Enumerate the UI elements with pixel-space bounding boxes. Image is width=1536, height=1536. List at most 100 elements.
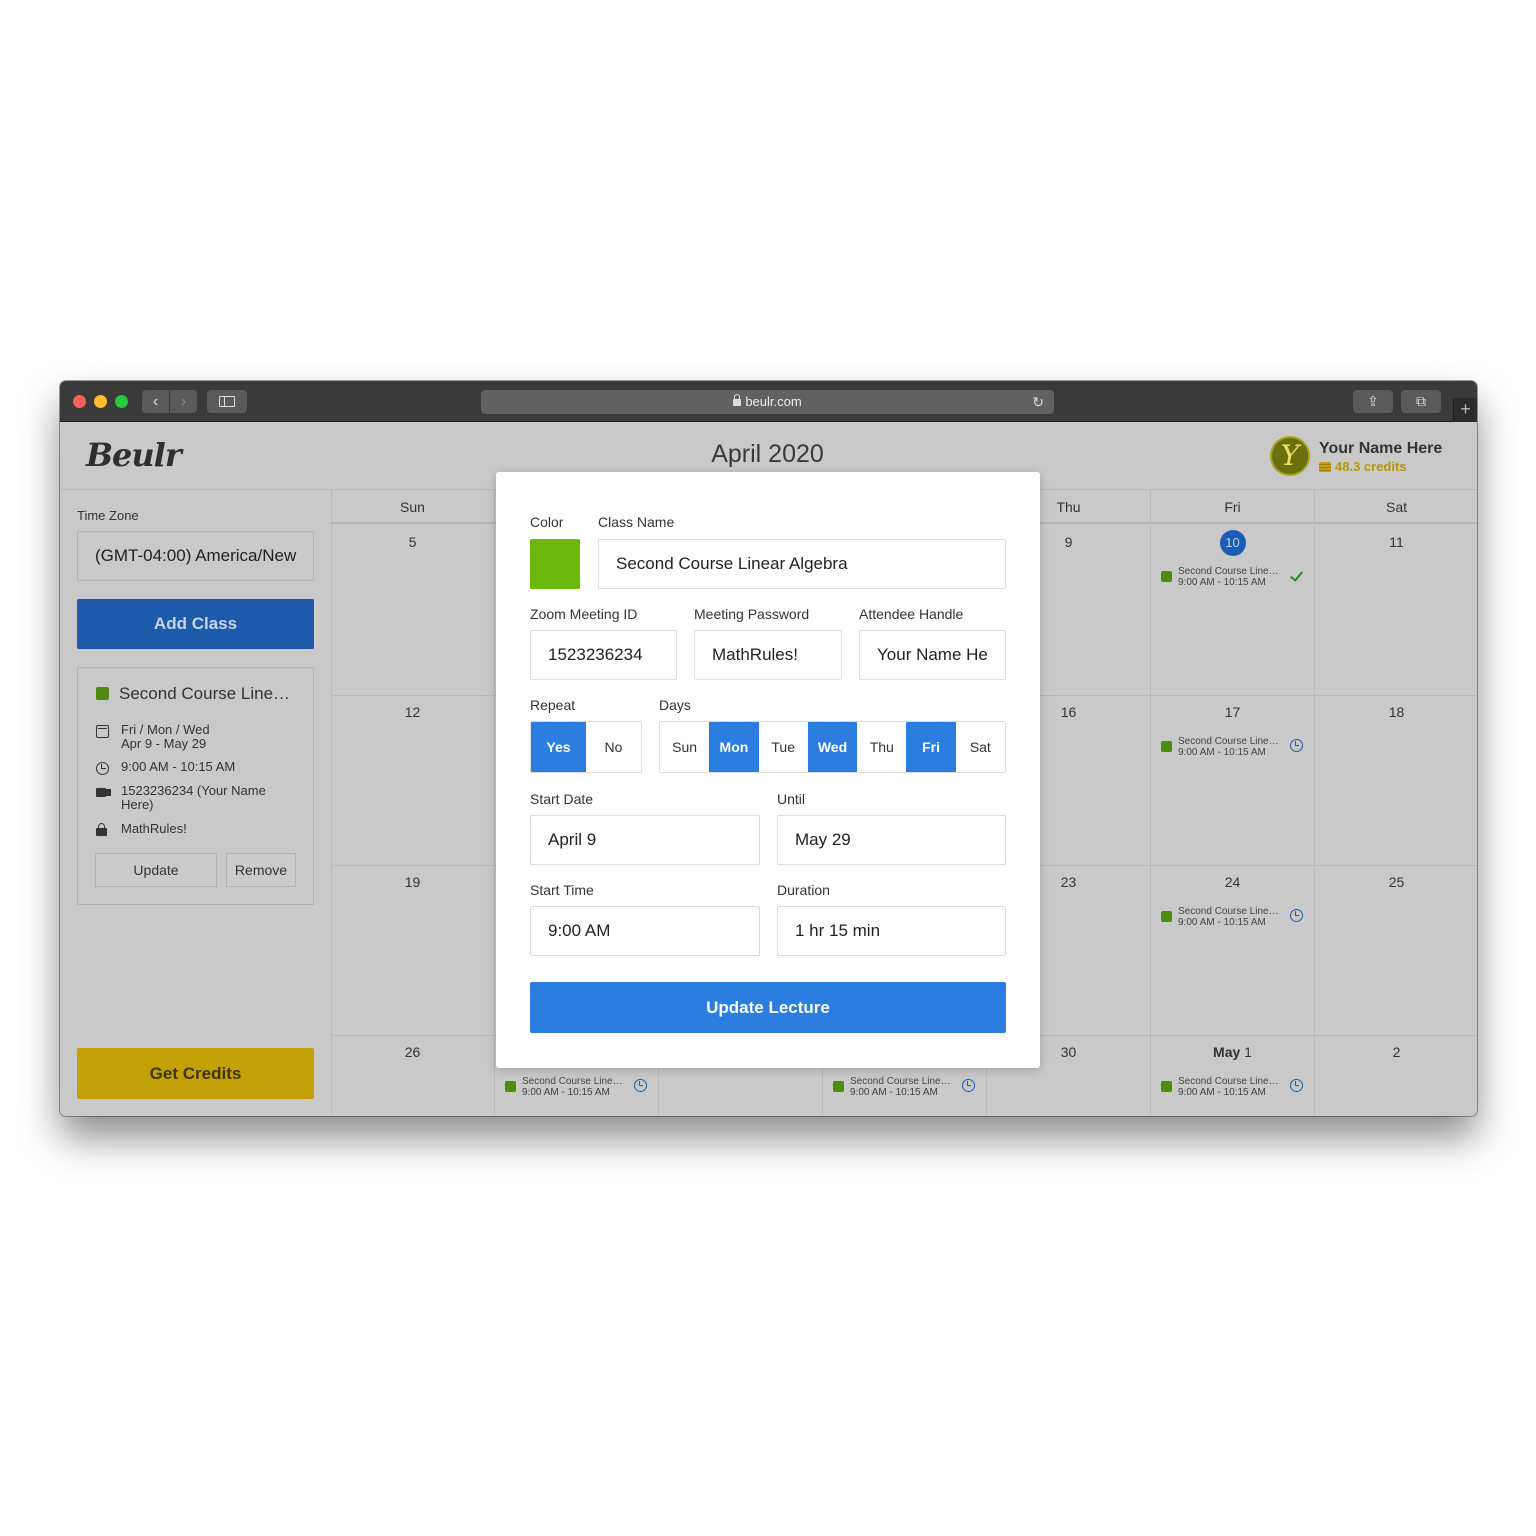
avatar[interactable]: Y <box>1270 436 1310 476</box>
calendar-day-cell[interactable]: 11 <box>1315 526 1477 696</box>
sidebar-toggle-button[interactable] <box>207 390 247 413</box>
attendee-handle-input[interactable]: Your Name He <box>859 630 1006 680</box>
start-date-label: Start Date <box>530 791 594 807</box>
timezone-select[interactable]: (GMT-04:00) America/New <box>77 531 314 581</box>
date-number-text: 25 <box>1388 874 1405 890</box>
zoom-window-button[interactable] <box>115 395 128 408</box>
sidebar: Time Zone (GMT-04:00) America/New Add Cl… <box>60 489 332 1116</box>
date-number: 5 <box>331 534 494 550</box>
class-days: Fri / Mon / Wed <box>121 722 210 737</box>
calendar-day-cell[interactable]: 25 <box>1315 866 1477 1036</box>
day-toggle-mon[interactable]: Mon <box>709 722 759 772</box>
class-name-input[interactable]: Second Course Linear Algebra <box>598 539 1006 589</box>
calendar-event[interactable]: Second Course Line… 9:00 AM - 10:15 AM <box>505 1076 647 1100</box>
day-toggle-fri[interactable]: Fri <box>906 722 956 772</box>
date-number: 26 <box>331 1044 494 1060</box>
duration-input[interactable]: 1 hr 15 min <box>777 906 1006 956</box>
class-time: 9:00 AM - 10:15 AM <box>121 759 236 774</box>
calendar-day-cell[interactable]: 12 <box>331 696 495 866</box>
app-logo[interactable]: Beulr <box>86 436 182 474</box>
coins-icon <box>1319 462 1331 472</box>
calendar-day-cell[interactable]: 5 <box>331 526 495 696</box>
reload-icon[interactable]: ↻ <box>1032 390 1044 414</box>
date-number-text: 18 <box>1388 704 1405 720</box>
class-card: Second Course Line… Fri / Mon / Wed Apr … <box>77 667 314 905</box>
date-number-text: 5 <box>408 534 417 550</box>
calendar-event[interactable]: Second Course Line… 9:00 AM - 10:15 AM <box>833 1076 975 1100</box>
event-title: Second Course Line… <box>522 1076 623 1087</box>
update-lecture-button[interactable]: Update Lecture <box>530 982 1006 1033</box>
calendar-day-cell[interactable]: 2 <box>1315 1036 1477 1116</box>
meeting-password-input[interactable]: MathRules! <box>694 630 842 680</box>
calendar-day-cell[interactable]: 24 Second Course Line… 9:00 AM - 10:15 AM <box>1151 866 1315 1036</box>
share-icon: ⇪ <box>1367 393 1379 409</box>
user-name: Your Name Here <box>1319 440 1443 457</box>
date-number-text: 17 <box>1224 704 1241 720</box>
day-toggle-sun[interactable]: Sun <box>660 722 709 772</box>
date-number-text: May 1 <box>1213 1044 1252 1060</box>
clock-icon <box>1290 909 1303 922</box>
forward-icon[interactable]: › <box>169 390 197 413</box>
event-time: 9:00 AM - 10:15 AM <box>850 1087 938 1098</box>
calendar-event[interactable]: Second Course Line… 9:00 AM - 10:15 AM <box>1161 566 1293 590</box>
start-date-input[interactable]: April 9 <box>530 815 760 865</box>
weekday-header: Sat <box>1315 490 1477 524</box>
day-toggle-wed[interactable]: Wed <box>807 722 858 772</box>
date-number: 24 <box>1151 874 1314 890</box>
weekday-header: Fri <box>1151 490 1315 524</box>
calendar-event[interactable]: Second Course Line… 9:00 AM - 10:15 AM <box>1161 736 1303 760</box>
back-icon[interactable]: ‹ <box>142 390 169 413</box>
day-toggle-sat[interactable]: Sat <box>956 722 1005 772</box>
new-tab-button[interactable]: + <box>1453 398 1477 422</box>
start-time-input[interactable]: 9:00 AM <box>530 906 760 956</box>
close-window-button[interactable] <box>73 395 86 408</box>
class-color-swatch <box>96 687 109 700</box>
calendar-day-cell[interactable]: 18 <box>1315 696 1477 866</box>
date-number-text: 2 <box>1392 1044 1401 1060</box>
remove-class-button[interactable]: Remove <box>226 853 296 887</box>
month-prefix: May <box>1213 1044 1241 1060</box>
app: Beulr April 2020 Y Your Name Here 48.3 c… <box>60 422 1477 1116</box>
date-number-text: 30 <box>1060 1044 1077 1060</box>
class-name-label: Class Name <box>598 514 675 530</box>
address-bar[interactable]: beulr.com ↻ <box>481 390 1054 414</box>
clock-icon <box>96 762 109 775</box>
date-number: 12 <box>331 704 494 720</box>
event-title: Second Course Line… <box>850 1076 951 1087</box>
event-time: 9:00 AM - 10:15 AM <box>522 1087 610 1098</box>
sidebar-icon <box>219 396 235 407</box>
calendar-day-cell[interactable]: 17 Second Course Line… 9:00 AM - 10:15 AM <box>1151 696 1315 866</box>
calendar-event[interactable]: Second Course Line… 9:00 AM - 10:15 AM <box>1161 906 1303 930</box>
calendar-day-cell[interactable]: 19 <box>331 866 495 1036</box>
get-credits-button[interactable]: Get Credits <box>77 1048 314 1099</box>
zoom-id-input[interactable]: 1523236234 <box>530 630 677 680</box>
calendar-event[interactable]: Second Course Line… 9:00 AM - 10:15 AM <box>1161 1076 1303 1100</box>
day-toggle-thu[interactable]: Thu <box>857 722 906 772</box>
calendar-day-cell[interactable]: 10 Second Course Line… 9:00 AM - 10:15 AM <box>1151 526 1315 696</box>
share-button[interactable]: ⇪ <box>1353 390 1393 413</box>
minimize-window-button[interactable] <box>94 395 107 408</box>
date-number-text: 19 <box>404 874 421 890</box>
date-number-text: 16 <box>1060 704 1077 720</box>
repeat-no-button[interactable]: No <box>586 722 641 772</box>
class-schedule: Fri / Mon / Wed Apr 9 - May 29 <box>96 723 210 751</box>
color-label: Color <box>530 514 564 530</box>
days-selector: Sun Mon Tue Wed Thu Fri Sat <box>659 721 1006 773</box>
until-date-input[interactable]: May 29 <box>777 815 1006 865</box>
date-number: 18 <box>1315 704 1477 720</box>
tab-overview-button[interactable]: ⧉ <box>1401 390 1441 413</box>
day-toggle-tue[interactable]: Tue <box>759 722 808 772</box>
timezone-label: Time Zone <box>77 508 139 523</box>
calendar-icon <box>96 725 109 738</box>
url-text: beulr.com <box>745 394 802 409</box>
calendar-day-cell[interactable]: May 1 Second Course Line… 9:00 AM - 10:15 … <box>1151 1036 1315 1116</box>
repeat-yes-button[interactable]: Yes <box>531 722 586 772</box>
add-class-button[interactable]: Add Class <box>77 599 314 649</box>
event-color-swatch <box>505 1081 516 1092</box>
date-number: 19 <box>331 874 494 890</box>
color-picker[interactable] <box>530 539 580 589</box>
today-date-number: 10 <box>1151 530 1314 556</box>
event-color-swatch <box>1161 741 1172 752</box>
update-class-button[interactable]: Update <box>95 853 217 887</box>
calendar-day-cell[interactable]: 26 <box>331 1036 495 1116</box>
